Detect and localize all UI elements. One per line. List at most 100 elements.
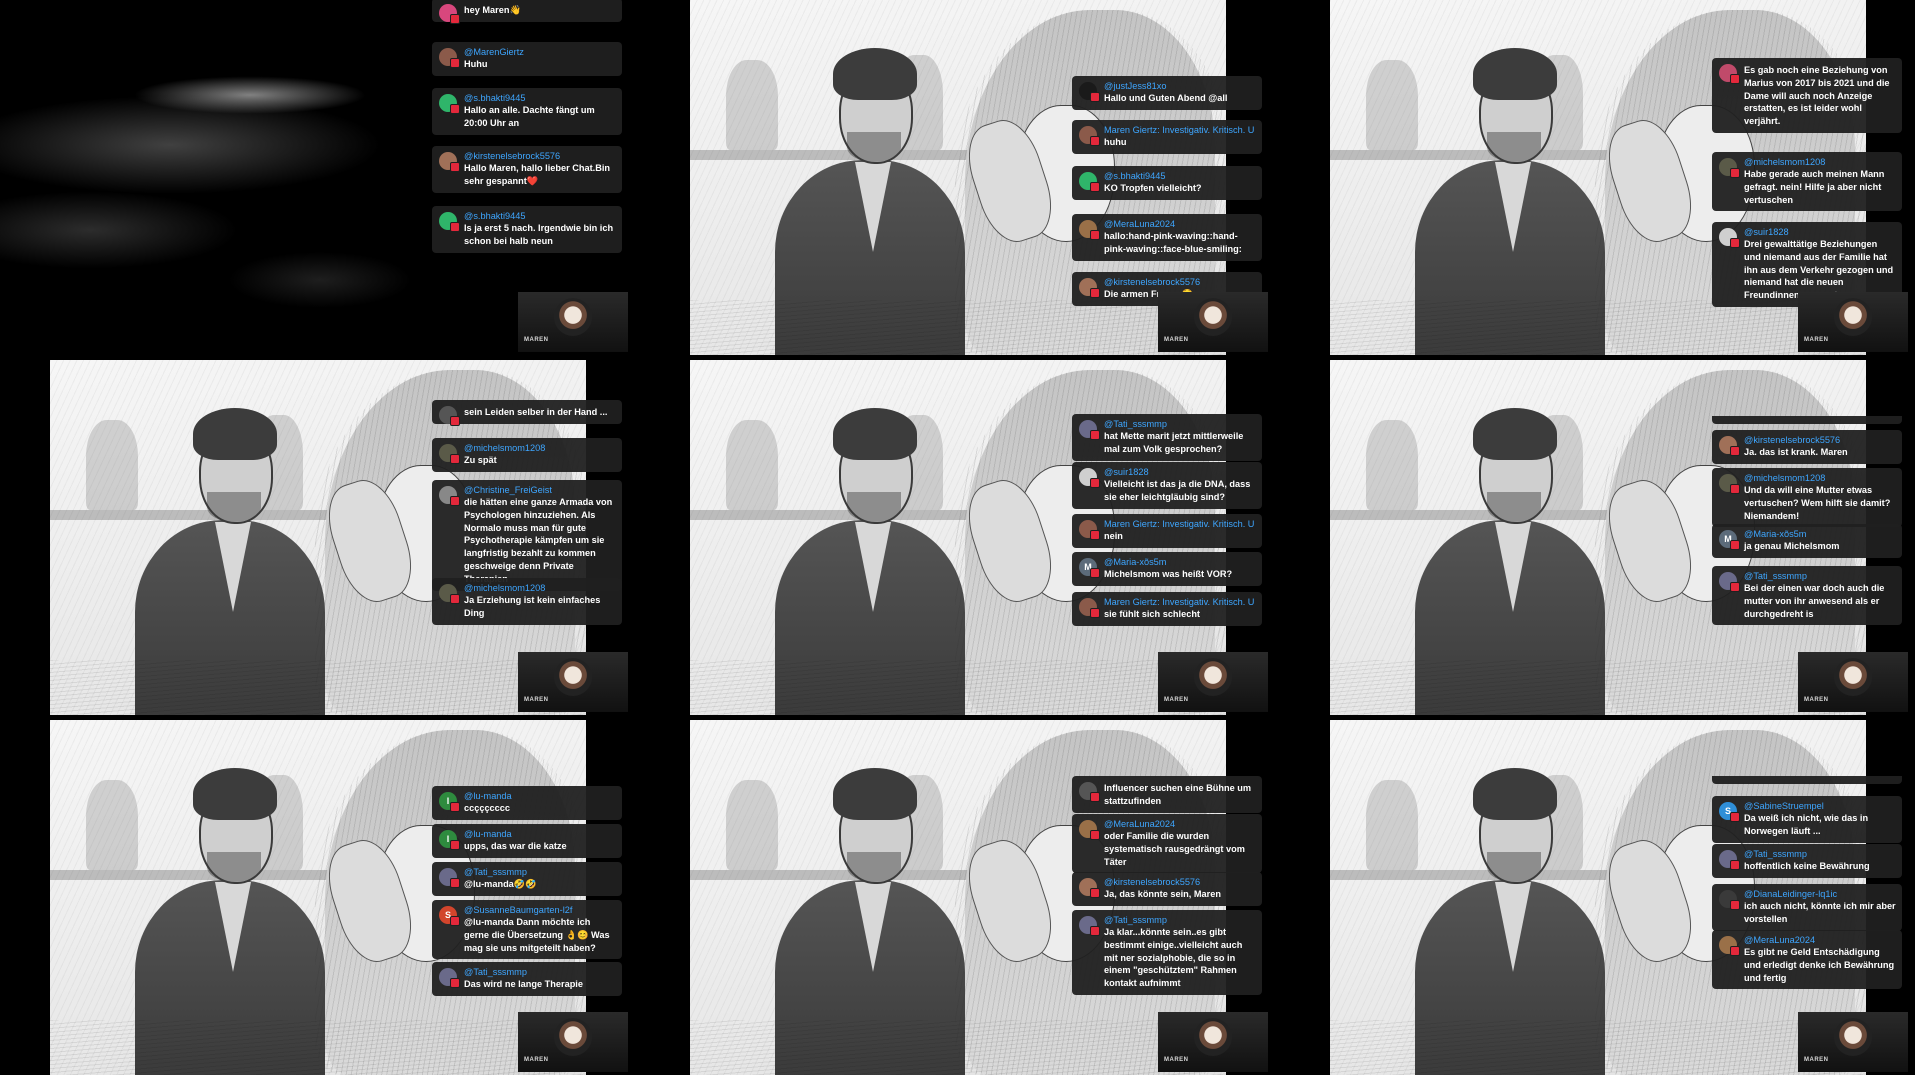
live-badge-icon: [450, 916, 460, 926]
chat-message-text: die hätten eine ganze Armada von Psychol…: [464, 497, 613, 584]
host-thumbnail: MAREN: [1798, 1012, 1908, 1072]
live-badge-icon: [450, 14, 460, 24]
chat-message-text: ich auch nicht, könnte ich mir aber vors…: [1744, 901, 1896, 924]
chat-message-text: Vielleicht ist das ja die DNA, dass sie …: [1104, 479, 1251, 502]
live-badge-icon: [1730, 900, 1740, 910]
chat-username[interactable]: @suir1828: [1104, 466, 1256, 478]
chat-username[interactable]: Maren Giertz: Investigativ. Kritisch. U: [1104, 518, 1256, 530]
chat-username[interactable]: @michelsmom1208: [464, 582, 616, 594]
chat-username[interactable]: @Tati_sssmmp: [464, 966, 616, 978]
chat-username[interactable]: Maren Giertz: Investigativ. Kritisch. U: [1104, 596, 1256, 608]
user-avatar-icon: [1719, 936, 1740, 956]
chat-message-text: Das wird ne lange Therapie: [464, 979, 583, 989]
chat-username[interactable]: @Maria-xõs5m: [1104, 556, 1256, 568]
host-label: MAREN: [1804, 1057, 1829, 1063]
background-figure: [1366, 60, 1418, 150]
chat-username[interactable]: @SabineStruempel: [1744, 800, 1896, 812]
chat-message: @Tati_sssmmp @lu-manda🤣🤣: [432, 862, 622, 896]
chat-username[interactable]: @suir1828: [1744, 226, 1896, 238]
host-thumbnail: MAREN: [1158, 1012, 1268, 1072]
live-badge-icon: [1090, 430, 1100, 440]
host-avatar-ring: [1834, 658, 1872, 696]
host-label: MAREN: [1164, 337, 1189, 343]
chat-username[interactable]: @kirstenelsebrock5576: [1104, 276, 1256, 288]
chat-username[interactable]: @s.bhakti9445: [464, 92, 616, 104]
user-avatar-icon: [1719, 158, 1740, 178]
chat-username[interactable]: @s.bhakti9445: [464, 210, 616, 222]
chat-message: l @lu-manda upps, das war die katze: [432, 824, 622, 858]
chat-message: @Tati_sssmmp Das wird ne lange Therapie: [432, 962, 622, 996]
chat-message-partial: [1712, 416, 1902, 424]
stream-tile: Influencer suchen eine Bühne um stattzuf…: [640, 720, 1280, 1075]
chat-username[interactable]: @michelsmom1208: [464, 442, 616, 454]
host-thumbnail: MAREN: [1158, 652, 1268, 712]
chat-username[interactable]: @MarenGiertz: [464, 46, 616, 58]
user-avatar-icon: [439, 444, 460, 464]
background-figure: [1366, 780, 1418, 870]
user-avatar-icon: [439, 4, 460, 24]
chat-username[interactable]: @lu-manda: [464, 790, 616, 802]
chat-username[interactable]: @MeraLuna2024: [1104, 218, 1256, 230]
chat-username[interactable]: @s.bhakti9445: [1104, 170, 1256, 182]
chat-message: @justJess81xo Hallo und Guten Abend @all: [1072, 76, 1262, 110]
stream-tile: S @SabineStruempel Da weiß ich nicht, wie …: [1280, 720, 1915, 1075]
chat-username[interactable]: @Tati_sssmmp: [1744, 848, 1896, 860]
chat-message-text: Michelsmom was heißt VOR?: [1104, 569, 1233, 579]
man-hair: [193, 768, 277, 820]
user-avatar-icon: [1719, 572, 1740, 592]
live-badge-icon: [450, 496, 460, 506]
man-beard: [847, 132, 901, 162]
host-thumbnail: MAREN: [1798, 652, 1908, 712]
host-thumbnail: MAREN: [518, 652, 628, 712]
chat-username[interactable]: @kirstenelsebrock5576: [464, 150, 616, 162]
chat-username[interactable]: @michelsmom1208: [1744, 472, 1896, 484]
chat-username[interactable]: @SusanneBaumgarten-l2f: [464, 904, 616, 916]
chat-username[interactable]: Maren Giertz: Investigativ. Kritisch. U: [1104, 124, 1256, 136]
live-badge-icon: [1090, 926, 1100, 936]
chat-message-text: Bei der einen war doch auch die mutter v…: [1744, 583, 1885, 619]
chat-message: hey Maren👋: [432, 0, 622, 24]
user-avatar-icon: [439, 212, 460, 232]
chat-username[interactable]: @Christine_FreiGeist: [464, 484, 616, 496]
chat-username[interactable]: @michelsmom1208: [1744, 156, 1896, 168]
live-badge-icon: [1730, 446, 1740, 456]
man-hair: [833, 408, 917, 460]
chat-message: @MarenGiertz Huhu: [432, 42, 622, 76]
user-avatar-icon: [439, 94, 460, 114]
stream-tile: hey Maren👋 @MarenGiertz Huhu @s.bhakti9445 H…: [0, 0, 640, 355]
user-avatar-icon: [439, 48, 460, 68]
avatar-initial: l: [446, 834, 450, 844]
background-figure: [726, 420, 778, 510]
chat-username[interactable]: @Tati_sssmmp: [464, 866, 616, 878]
user-avatar-icon: [439, 152, 460, 172]
live-badge-icon: [1090, 288, 1100, 298]
man-hair: [1473, 48, 1557, 100]
live-badge-icon: [1090, 92, 1100, 102]
chat-username[interactable]: @Maria-xõs5m: [1744, 528, 1896, 540]
chat-username[interactable]: @MeraLuna2024: [1104, 818, 1256, 830]
chat-message-text: Habe gerade auch meinen Mann gefragt. ne…: [1744, 169, 1885, 205]
chat-message-text: upps, das war die katze: [464, 841, 567, 851]
user-avatar-icon: S: [1719, 802, 1740, 822]
stream-tile: @kirstenelsebrock5576 Ja. das ist krank. …: [1280, 360, 1915, 715]
chat-username[interactable]: @justJess81xo: [1104, 80, 1256, 92]
screenshot-grid: hey Maren👋 @MarenGiertz Huhu @s.bhakti9445 H…: [0, 0, 1915, 1075]
man-hair: [193, 408, 277, 460]
user-avatar-icon: l: [439, 830, 460, 850]
chat-username[interactable]: @kirstenelsebrock5576: [1104, 876, 1256, 888]
chat-username[interactable]: @Tati_sssmmp: [1104, 418, 1256, 430]
chat-username[interactable]: @kirstenelsebrock5576: [1744, 434, 1896, 446]
chat-message-text: Es gab noch eine Beziehung von Marius vo…: [1744, 65, 1890, 127]
chat-username[interactable]: @MeraLuna2024: [1744, 934, 1896, 946]
chat-message: M @Maria-xõs5m ja genau Michelsmom: [1712, 524, 1902, 558]
chat-username[interactable]: @lu-manda: [464, 828, 616, 840]
live-badge-icon: [1730, 540, 1740, 550]
chat-username[interactable]: @DianaLeidinger-lq1ic: [1744, 888, 1896, 900]
live-badge-icon: [450, 104, 460, 114]
live-badge-icon: [1730, 238, 1740, 248]
chat-message-text: Ja, das könnte sein, Maren: [1104, 889, 1221, 899]
chat-username[interactable]: @Tati_sssmmp: [1744, 570, 1896, 582]
stream-tile: l @lu-manda ccçççcccc l @lu-manda upps, das w…: [0, 720, 640, 1075]
chat-message-text: Es gibt ne Geld Entschädigung und erledi…: [1744, 947, 1895, 983]
chat-username[interactable]: @Tati_sssmmp: [1104, 914, 1256, 926]
